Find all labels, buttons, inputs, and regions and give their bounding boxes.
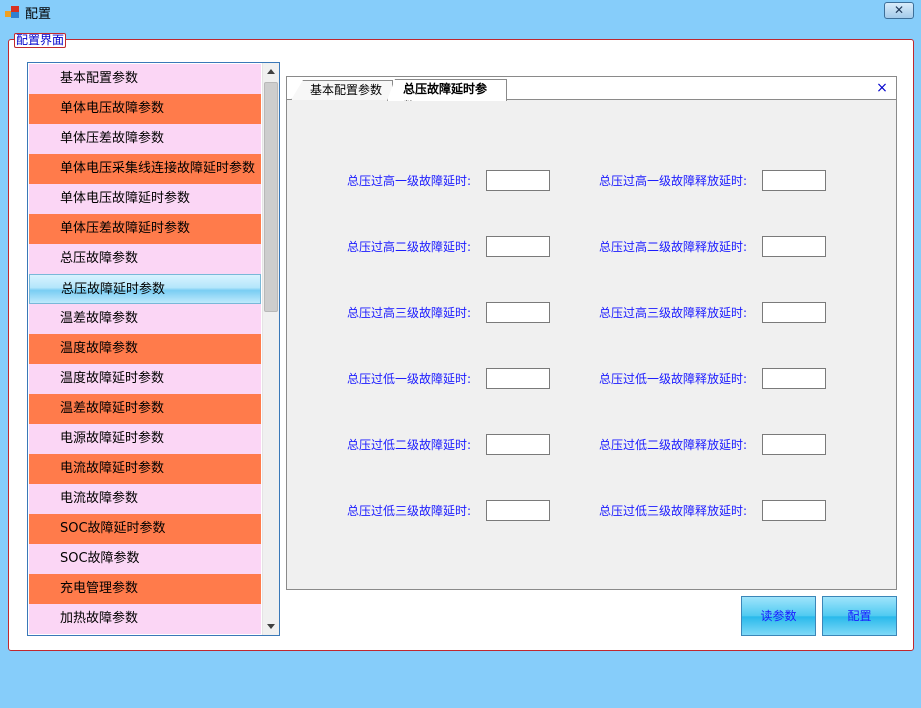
list-item[interactable]: 温差故障延时参数	[29, 394, 261, 424]
title-bar: 配置 ✕	[0, 0, 921, 24]
tab-close-icon[interactable]: ×	[875, 81, 889, 95]
tab-basic-config[interactable]: 基本配置参数	[291, 80, 393, 100]
list-item[interactable]: 电流故障延时参数	[29, 454, 261, 484]
list-item[interactable]: 单体电压采集线连接故障延时参数	[29, 154, 261, 184]
left-delay-input[interactable]	[486, 434, 550, 455]
left-field-label: 总压过高一级故障延时:	[346, 174, 471, 188]
right-release-delay-input[interactable]	[762, 368, 826, 389]
right-release-delay-input[interactable]	[762, 302, 826, 323]
right-field-label: 总压过高三级故障释放延时:	[598, 306, 747, 320]
tab-total-voltage-delay[interactable]: 总压故障延时参数	[387, 79, 507, 101]
list-item[interactable]: 电源故障延时参数	[29, 424, 261, 454]
list-item[interactable]: 基本配置参数	[29, 64, 261, 94]
right-field-label: 总压过低一级故障释放延时:	[598, 372, 747, 386]
list-item[interactable]: 电流故障参数	[29, 484, 261, 514]
parameter-list[interactable]: 基本配置参数 单体电压故障参数 单体压差故障参数 单体电压采集线连接故障延时参数 单体电…	[27, 62, 280, 636]
scroll-up-arrow-icon[interactable]	[263, 63, 279, 80]
left-delay-input[interactable]	[486, 500, 550, 521]
right-release-delay-input[interactable]	[762, 236, 826, 257]
list-item[interactable]: 单体压差故障参数	[29, 124, 261, 154]
groupbox-legend: 配置界面	[14, 33, 67, 48]
left-delay-input[interactable]	[486, 368, 550, 389]
left-delay-input[interactable]	[486, 302, 550, 323]
list-item[interactable]: 单体电压故障延时参数	[29, 184, 261, 214]
list-scrollbar[interactable]	[262, 63, 279, 635]
list-item[interactable]: SOC故障延时参数	[29, 514, 261, 544]
window-close-button[interactable]: ✕	[884, 2, 914, 19]
list-item[interactable]: 温度故障参数	[29, 334, 261, 364]
list-item[interactable]: 单体电压故障参数	[29, 94, 261, 124]
left-field-label: 总压过低三级故障延时:	[346, 504, 471, 518]
left-delay-input[interactable]	[486, 170, 550, 191]
scroll-down-arrow-icon[interactable]	[263, 618, 279, 635]
right-field-label: 总压过低二级故障释放延时:	[598, 438, 747, 452]
left-field-label: 总压过高三级故障延时:	[346, 306, 471, 320]
right-field-label: 总压过高一级故障释放延时:	[598, 174, 747, 188]
list-item[interactable]: 温度故障延时参数	[29, 364, 261, 394]
right-release-delay-input[interactable]	[762, 434, 826, 455]
left-field-label: 总压过低一级故障延时:	[346, 372, 471, 386]
right-field-label: 总压过高二级故障释放延时:	[598, 240, 747, 254]
read-params-button[interactable]: 读参数	[741, 596, 816, 636]
config-button[interactable]: 配置	[822, 596, 897, 636]
left-field-label: 总压过高二级故障延时:	[346, 240, 471, 254]
list-item[interactable]: 充电管理参数	[29, 574, 261, 604]
right-release-delay-input[interactable]	[762, 170, 826, 191]
scroll-thumb[interactable]	[264, 82, 278, 312]
left-delay-input[interactable]	[486, 236, 550, 257]
list-item[interactable]: 总压故障延时参数	[29, 274, 261, 304]
right-field-label: 总压过低三级故障释放延时:	[598, 504, 747, 518]
tab-control: 基本配置参数 总压故障延时参数 × 总压过高一级故障延时: 总压过高一级故障释放延…	[286, 76, 897, 590]
list-item[interactable]: 温差故障参数	[29, 304, 261, 334]
app-icon	[5, 5, 19, 19]
list-item[interactable]: 单体压差故障延时参数	[29, 214, 261, 244]
window-title: 配置	[25, 7, 52, 22]
left-field-label: 总压过低二级故障延时:	[346, 438, 471, 452]
right-release-delay-input[interactable]	[762, 500, 826, 521]
list-item[interactable]: 加热故障参数	[29, 604, 261, 634]
list-item[interactable]: SOC故障参数	[29, 544, 261, 574]
list-item[interactable]: 总压故障参数	[29, 244, 261, 274]
tab-strip: 基本配置参数 总压故障延时参数 ×	[287, 77, 896, 101]
